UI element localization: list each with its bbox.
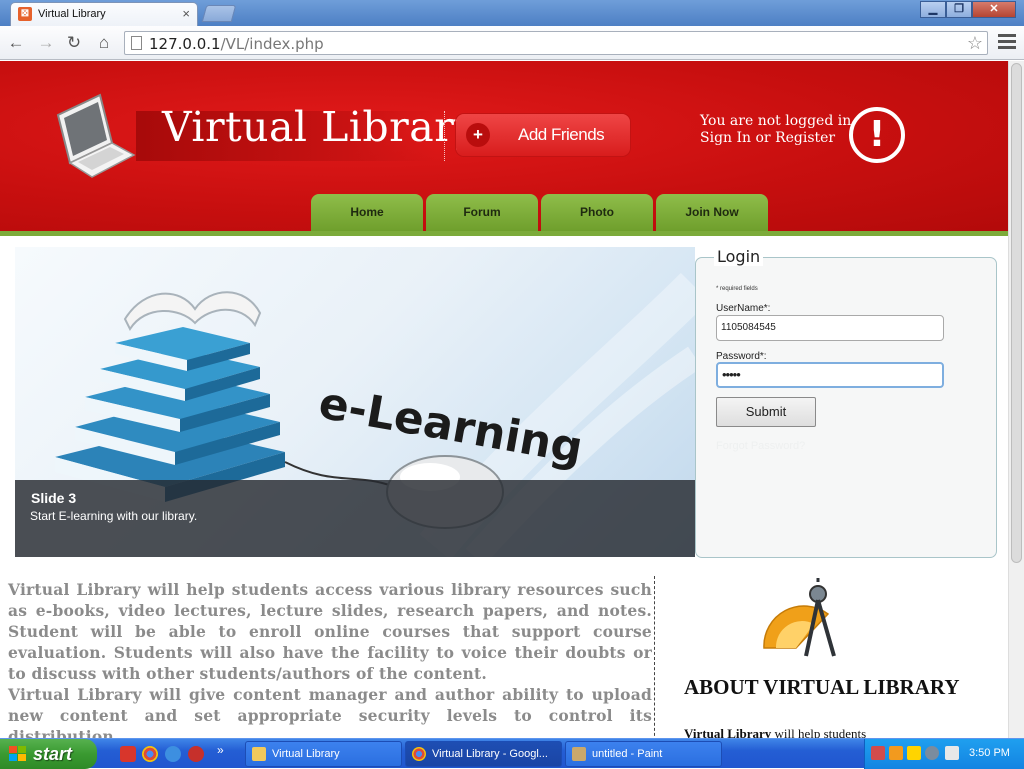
nav-tab-photo[interactable]: Photo [541,194,653,231]
about-title: ABOUT VIRTUAL LIBRARY [684,675,960,699]
windows-flag-icon [9,746,26,761]
intro-paragraph-2: Virtual Library will give content manage… [8,685,652,738]
about-text-bold: Virtual Library [684,726,772,738]
nav-tab-join-now[interactable]: Join Now [656,194,768,231]
page-icon [131,36,142,50]
slide-caption: Slide 3 Start E-learning with our librar… [15,480,695,557]
restore-button[interactable]: ❐ [946,1,972,18]
menu-icon[interactable] [998,34,1016,52]
password-input[interactable]: ••••• [716,362,944,388]
login-status: You are not logged in. Sign In or Regist… [700,113,856,147]
tray-network-icon[interactable] [871,746,885,760]
windows-taskbar: start » Virtual Library Virtual Library … [0,738,1024,769]
address-bar[interactable]: 127.0.0.1/VL/index.php ☆ [124,31,988,55]
xampp-favicon-icon: ⊠ [18,7,32,21]
about-text-rest: will help students [771,726,867,738]
required-fields-note: * required fields [716,286,758,292]
quicklaunch-opera-icon[interactable] [188,746,204,762]
image-slider[interactable]: e-Learning Slide 3 Start E-learning with… [15,247,695,557]
web-page: Virtual Library + Add Friends You are no… [0,61,1008,738]
add-friends-button[interactable]: + Add Friends [456,114,630,156]
scrollbar-thumb[interactable] [1011,63,1022,563]
laptop-icon [56,93,136,178]
forgot-password-link[interactable]: Forgot Password? [716,440,805,452]
back-arrow-icon[interactable]: ← [6,33,26,53]
tray-security-icon[interactable] [925,746,939,760]
slide-text: Start E-learning with our library. [30,509,198,523]
tray-volume-icon[interactable] [945,746,959,760]
bookmark-star-icon[interactable]: ☆ [967,33,983,54]
slide-title: Slide 3 [31,490,77,506]
header-divider [444,111,445,161]
tab-close-icon[interactable]: × [182,6,190,21]
nav-tab-home[interactable]: Home [311,194,423,231]
url-path: /VL/index.php [220,35,324,53]
task-label: untitled - Paint [592,748,663,760]
taskbar-clock[interactable]: 3:50 PM [969,747,1010,759]
tray-xampp-icon[interactable] [889,746,903,760]
quicklaunch-chrome-icon[interactable] [142,746,158,762]
username-input[interactable]: 1105084545 [716,315,944,341]
address-text: 127.0.0.1/VL/index.php [149,35,324,53]
login-form: Login * required fields UserName*: 11050… [695,247,997,558]
vertical-scrollbar[interactable] [1008,61,1024,738]
url-host: 127.0.0.1 [149,35,221,53]
task-label: Virtual Library [272,748,340,760]
quicklaunch-ie-icon[interactable] [165,746,181,762]
submit-button[interactable]: Submit [716,397,816,427]
home-icon[interactable]: ⌂ [94,33,114,53]
username-label: UserName*: [716,303,771,314]
browser-toolbar: ← → ↻ ⌂ 127.0.0.1/VL/index.php ☆ [0,26,1024,60]
status-message: You are not logged in. [700,113,856,129]
tab-title: Virtual Library [38,8,106,20]
signin-register-link[interactable]: Sign In or Register [700,130,856,147]
start-label: start [33,744,73,764]
content-divider [654,576,655,738]
site-logo[interactable]: Virtual Library [162,103,478,151]
browser-tab[interactable]: ⊠ Virtual Library × [10,2,198,26]
quicklaunch-more-icon[interactable]: » [217,743,224,757]
password-label: Password*: [716,351,767,362]
nav-tab-forum[interactable]: Forum [426,194,538,231]
start-button[interactable]: start [0,739,97,769]
task-chrome[interactable]: Virtual Library - Googl... [405,741,562,767]
exclamation-alert-icon: ! [849,107,905,163]
reload-icon[interactable]: ↻ [64,33,84,53]
folder-icon [252,747,266,761]
window-controls: ▁ ❐ ✕ [920,1,1016,18]
new-tab-button[interactable] [201,5,237,22]
site-header: Virtual Library + Add Friends You are no… [0,61,1008,231]
quicklaunch-app-icon[interactable] [120,746,136,762]
close-window-button[interactable]: ✕ [972,1,1016,18]
add-friends-label: Add Friends [518,125,605,144]
forward-arrow-icon[interactable]: → [36,33,56,53]
compass-protractor-icon [763,578,836,657]
intro-text: Virtual Library will help students acces… [8,579,652,738]
plus-icon: + [466,123,490,147]
minimize-button[interactable]: ▁ [920,1,946,18]
login-legend: Login [714,247,764,266]
paint-icon [572,747,586,761]
task-label: Virtual Library - Googl... [432,748,548,760]
task-explorer[interactable]: Virtual Library [245,741,402,767]
book-stack-icon [55,291,285,502]
task-paint[interactable]: untitled - Paint [565,741,722,767]
intro-paragraph-1: Virtual Library will help students acces… [8,580,652,683]
system-tray: 3:50 PM [864,739,1024,769]
browser-titlebar: ⊠ Virtual Library × ▁ ❐ ✕ [0,0,1024,26]
about-text: Virtual Library will help students [684,726,866,738]
chrome-icon [412,747,426,761]
main-nav: Home Forum Photo Join Now [311,194,771,231]
tray-tool-icon[interactable] [907,746,921,760]
header-stripe [0,231,1008,236]
